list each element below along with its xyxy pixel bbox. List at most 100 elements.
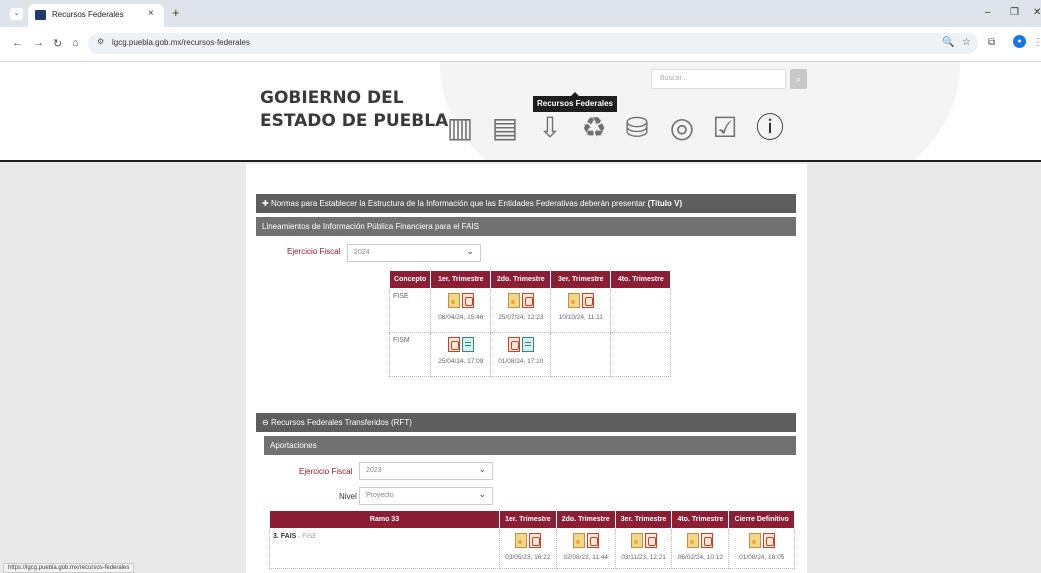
pdf-file-icon[interactable] — [521, 293, 534, 308]
zip-file-icon[interactable] — [687, 533, 700, 548]
nav-tooltip: Recursos Federales — [533, 92, 617, 112]
nav-buildings-icon[interactable]: ▥ — [442, 110, 478, 146]
nav-transfer-icon[interactable]: ♻ — [576, 110, 612, 146]
menu-icon[interactable]: ⋮ — [1033, 37, 1041, 48]
status-bar-url: https://lgcg.puebla.gob.mx/recursos-fede… — [3, 563, 135, 573]
nav-info-icon[interactable]: ⓘ — [752, 110, 788, 146]
quarter-cell: 06/02/24, 10:12 — [671, 528, 730, 569]
table-header: Concepto — [388, 270, 432, 289]
forward-icon[interactable]: → — [33, 37, 44, 49]
zip-file-icon[interactable] — [507, 293, 520, 308]
zip-file-icon[interactable] — [567, 293, 580, 308]
quarter-cell — [610, 288, 672, 333]
collapse-icon: ⊖ — [262, 418, 271, 427]
pdf-file-icon[interactable] — [586, 533, 599, 548]
nav-coins-icon[interactable]: ⛁ — [619, 110, 655, 146]
fiscal-year-select[interactable]: 2024 — [347, 244, 481, 262]
fiscal-year-select-2[interactable]: 2023 — [359, 462, 493, 480]
quarter-cell: 08/04/24, 15:46 — [430, 288, 492, 333]
section-normas-header[interactable]: ✚ Normas para Establecer la Estructura d… — [256, 194, 796, 213]
close-window-icon[interactable]: ✕ — [1033, 7, 1041, 18]
pdf-file-icon[interactable] — [701, 533, 714, 548]
pdf-file-icon[interactable] — [581, 293, 594, 308]
nav-finance-chart-icon[interactable]: ▤ — [487, 110, 523, 146]
minimize-icon[interactable]: – — [985, 7, 991, 18]
bookmark-star-icon[interactable]: ☆ — [962, 37, 971, 48]
pdf-file-icon[interactable] — [528, 533, 541, 548]
zip-file-icon[interactable] — [572, 533, 585, 548]
pdf-file-icon[interactable] — [447, 337, 460, 352]
section-fais-header[interactable]: Lineamientos de Información Pública Fina… — [256, 217, 796, 236]
date-text: 08/04/24, 15:46 — [438, 314, 484, 321]
table-header: 2do. Trimestre — [490, 270, 552, 289]
ramo-cell: 3. FAIS - FISE — [269, 528, 500, 569]
nav-checklist-icon[interactable]: ☑ — [707, 110, 743, 146]
quarter-cell: 25/04/24, 17:09 — [430, 332, 492, 377]
document-icons — [503, 533, 553, 549]
fiscal-year-label-2: Ejercicio Fiscal — [299, 467, 353, 476]
document-icons — [434, 293, 487, 309]
zip-file-icon[interactable] — [630, 533, 643, 548]
pdf-file-icon[interactable] — [507, 337, 520, 352]
document-icons — [732, 533, 791, 549]
quarter-cell: 25/07/24, 12:23 — [490, 288, 552, 333]
fais-table: Concepto 1er. Trimestre 2do. Trimestre 3er.… — [388, 270, 672, 377]
document-icons — [494, 337, 547, 353]
date-text: 25/04/24, 17:09 — [438, 358, 484, 365]
table-header: 2do. Trimestre — [555, 510, 616, 529]
zip-file-icon[interactable] — [447, 293, 460, 308]
table-header: 3er. Trimestre — [550, 270, 612, 289]
nav-federal-resources-icon[interactable]: ⇩ — [532, 110, 568, 146]
reload-icon[interactable]: ↻ — [53, 37, 62, 50]
browser-tab-bar: ⌄ Recursos Federales × + – ❐ ✕ — [0, 0, 1041, 27]
table-header: Ramo 33 — [269, 510, 500, 529]
home-icon[interactable]: ⌂ — [72, 37, 79, 49]
concepto-cell: FISE — [388, 288, 432, 333]
browser-tab[interactable]: Recursos Federales × — [28, 4, 164, 27]
ramo-name: 3. FAIS — [273, 533, 297, 540]
document-icons — [560, 533, 612, 549]
concepto-cell: FISM — [388, 332, 432, 377]
zip-file-icon[interactable] — [748, 533, 761, 548]
ramo-sub: - FISE — [296, 533, 317, 540]
spreadsheet-file-icon[interactable] — [461, 337, 474, 352]
section-rft-header[interactable]: ⊖ Recursos Federales Transferidos (RFT) — [256, 413, 796, 432]
pdf-file-icon[interactable] — [461, 293, 474, 308]
date-text: 25/07/24, 12:23 — [498, 314, 544, 321]
table-header: 3er. Trimestre — [614, 510, 673, 529]
spreadsheet-file-icon[interactable] — [521, 337, 534, 352]
extensions-icon[interactable]: ⧉ — [988, 37, 995, 48]
site-logo[interactable]: GOBIERNO DEL ESTADO DE PUEBLA — [260, 87, 448, 133]
new-tab-icon[interactable]: + — [172, 5, 180, 20]
date-text: 03/11/23, 12:21 — [621, 554, 666, 561]
nivel-label: Nivel — [339, 492, 357, 501]
profile-avatar[interactable]: ● — [1013, 35, 1026, 48]
document-icons — [675, 533, 725, 549]
quarter-cell — [610, 332, 672, 377]
table-header: 4to. Trimestre — [671, 510, 730, 529]
zip-file-icon[interactable] — [514, 533, 527, 548]
fiscal-year-label: Ejercicio Fiscal — [287, 247, 341, 256]
search-icon[interactable]: ⌕ — [790, 69, 807, 89]
quarter-cell — [550, 332, 612, 377]
search-input[interactable]: Buscar... — [651, 69, 786, 89]
table-row: 3. FAIS - FISE 03/05/23, 16:22 02/08/23, 1… — [269, 528, 795, 569]
maximize-icon[interactable]: ❐ — [1010, 7, 1019, 18]
nivel-select[interactable]: Proyecto — [359, 487, 493, 505]
date-text: 03/05/23, 16:22 — [505, 554, 551, 561]
date-text: 06/02/24, 10:12 — [677, 554, 723, 561]
tab-search-icon[interactable]: ⌄ — [10, 8, 23, 20]
tab-close-icon[interactable]: × — [148, 8, 154, 19]
main-nav: ▥ ▤ ⇩ ♻ ⛁ ◎ ☑ ⓘ — [442, 110, 812, 150]
table-header: Cierre Definitivo — [728, 510, 795, 529]
pdf-file-icon[interactable] — [762, 533, 775, 548]
date-text: 01/08/24, 18:05 — [739, 554, 785, 561]
site-info-icon[interactable]: ⚙ — [97, 37, 104, 46]
nav-target-icon[interactable]: ◎ — [664, 110, 700, 146]
section-aportaciones-header[interactable]: Aportaciones — [264, 436, 796, 455]
back-icon[interactable]: ← — [12, 37, 23, 49]
address-bar[interactable]: ⚙ lgcg.puebla.gob.mx/recursos-federales — [88, 33, 978, 54]
section-normas-bold: (Titulo V) — [647, 199, 683, 208]
pdf-file-icon[interactable] — [644, 533, 657, 548]
zoom-icon[interactable]: 🔍 — [942, 37, 954, 48]
